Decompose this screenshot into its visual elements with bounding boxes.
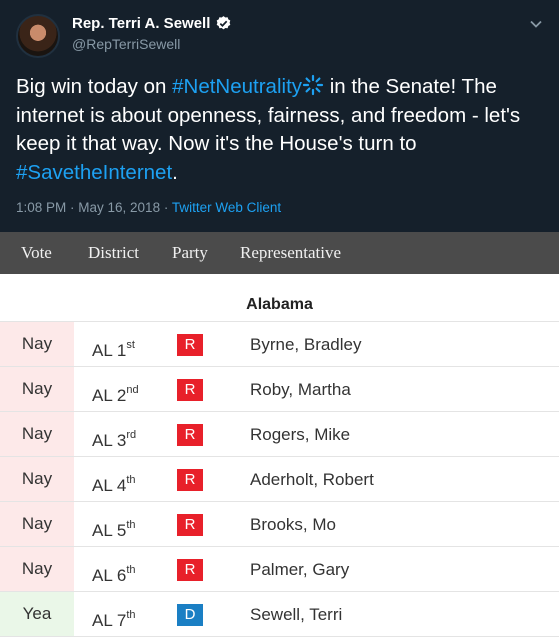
party-badge: R [177,334,203,356]
party-badge: R [177,559,203,581]
district-label: AL 7 [92,611,127,630]
party-badge: R [177,469,203,491]
hashtag-savetheinternet-link[interactable]: #SavetheInternet [16,161,172,184]
tweet-client-link[interactable]: Twitter Web Client [172,200,281,215]
party-badge: R [177,424,203,446]
district-label: AL 3 [92,431,127,450]
representative-name: Rogers, Mike [250,425,351,444]
district-ordinal: th [126,564,136,576]
district-ordinal: th [126,519,136,531]
representative-name: Brooks, Mo [250,515,336,534]
representative-name: Byrne, Bradley [250,335,362,354]
tweet-text: Big win today on #NetNeutrality in the S… [16,73,546,187]
header-vote: Vote [21,243,52,262]
district-ordinal: th [126,474,136,486]
district-ordinal: nd [126,384,139,396]
verified-icon [217,16,231,30]
district-label: AL 2 [92,386,127,405]
tweet-card: Rep. Terri A. Sewell @RepTerriSewell Big… [0,0,559,232]
author-handle[interactable]: @RepTerriSewell [72,36,180,52]
tweet-timestamp[interactable]: 1:08 PM · May 16, 2018 · [16,200,172,215]
table-row: Nay AL 1st R Byrne, Bradley [0,322,559,367]
table-row: Nay AL 6th R Palmer, Gary [0,547,559,592]
state-heading: Alabama [0,274,559,322]
party-badge: R [177,514,203,536]
vote-cell: Nay [0,547,74,591]
party-badge: D [177,604,203,626]
tweet-text-part: . [172,160,178,184]
chevron-down-icon[interactable] [528,16,544,32]
table-row: Nay AL 5th R Brooks, Mo [0,502,559,547]
header-representative: Representative [240,243,342,262]
vote-cell: Nay [0,457,74,501]
representative-name: Palmer, Gary [250,560,350,579]
district-ordinal: rd [126,429,137,441]
header-party: Party [172,243,208,262]
header-district: District [88,243,139,262]
party-badge: R [177,379,203,401]
district-label: AL 5 [92,521,127,540]
avatar[interactable] [16,14,60,58]
district-label: AL 4 [92,476,127,495]
table-header: Vote District Party Representative [0,232,559,274]
vote-table-body: Nay AL 1st R Byrne, Bradley Nay AL 2nd R… [0,322,559,637]
table-row: Nay AL 3rd R Rogers, Mike [0,412,559,457]
author-name-link[interactable]: Rep. Terri A. Sewell [72,15,232,32]
district-ordinal: th [126,609,136,621]
vote-cell: Nay [0,367,74,411]
sparkle-icon [302,74,324,96]
table-row: Nay AL 4th R Aderholt, Robert [0,457,559,502]
vote-cell: Yea [0,592,74,636]
representative-name: Aderholt, Robert [250,470,374,489]
tweet-meta: 1:08 PM · May 16, 2018 · Twitter Web Cli… [16,200,281,215]
representative-name: Roby, Martha [250,380,351,399]
district-cell: AL 7th [92,592,136,644]
vote-cell: Nay [0,322,74,366]
hashtag-netneutrality-link[interactable]: #NetNeutrality [172,75,302,98]
author-name[interactable]: Rep. Terri A. Sewell [72,15,210,32]
district-label: AL 6 [92,566,127,585]
representative-name: Sewell, Terri [250,605,343,624]
table-row: Nay AL 2nd R Roby, Martha [0,367,559,412]
vote-cell: Nay [0,502,74,546]
district-label: AL 1 [92,341,127,360]
table-row: Yea AL 7th D Sewell, Terri [0,592,559,637]
vote-cell: Nay [0,412,74,456]
tweet-text-part: Big win today on [16,75,173,98]
district-ordinal: st [126,339,135,351]
